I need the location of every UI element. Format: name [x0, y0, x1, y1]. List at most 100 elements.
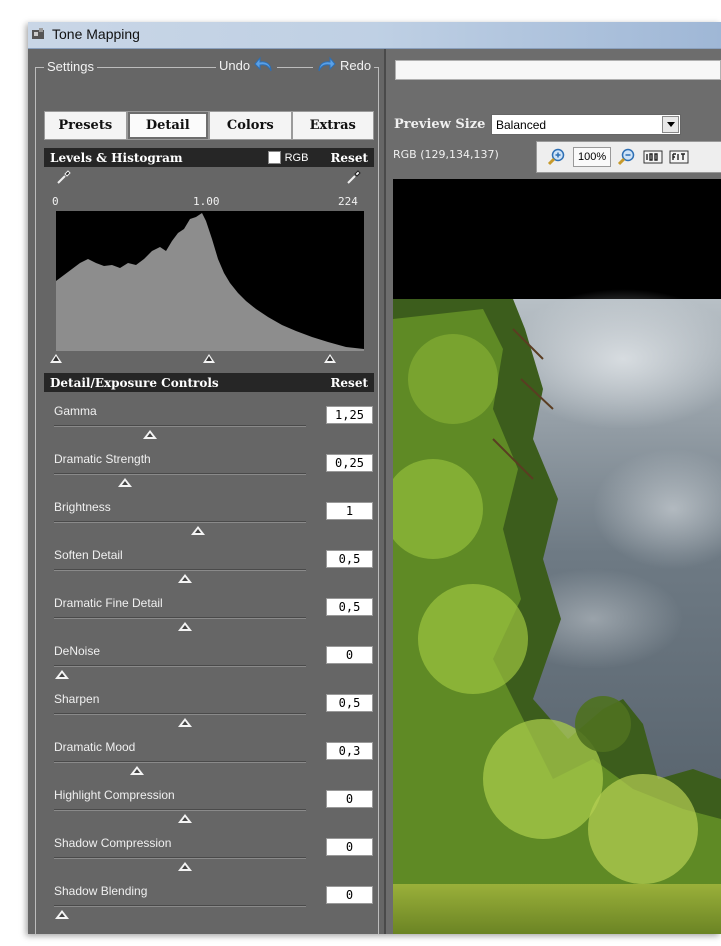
tab-extras[interactable]: Extras — [291, 111, 374, 140]
slider-thumb[interactable] — [178, 862, 193, 871]
settings-tabs: Presets Detail Colors Extras — [44, 111, 374, 140]
zoom-value[interactable]: 100% — [573, 147, 612, 167]
histogram — [56, 211, 364, 351]
slider-label: Shadow Blending — [54, 884, 148, 898]
slider-track[interactable] — [54, 521, 306, 523]
undo-label: Undo — [219, 57, 251, 73]
settings-label: Settings — [44, 59, 97, 74]
detail-controls: Gamma 1,25 Dramatic Strength 0,25 Brightness… — [44, 394, 374, 922]
slider-track[interactable] — [54, 713, 306, 715]
slider-dramatic-fine-detail: Dramatic Fine Detail 0,5 — [44, 586, 374, 634]
preview-size-label: Preview Size — [394, 117, 486, 132]
slider-track[interactable] — [54, 857, 306, 859]
slider-value-field[interactable]: 0,5 — [326, 550, 373, 568]
preview-photo — [393, 179, 721, 934]
zoom-in-icon[interactable] — [547, 147, 567, 167]
slider-thumb[interactable] — [178, 622, 193, 631]
slider-brightness: Brightness 1 — [44, 490, 374, 538]
histogram-gamma-slider[interactable] — [203, 354, 215, 363]
levels-histogram-header: Levels & Histogram RGB Reset — [44, 148, 374, 167]
app-icon — [32, 28, 44, 39]
black-point-eyedropper-icon[interactable] — [56, 169, 72, 185]
slider-track[interactable] — [54, 425, 306, 427]
tone-mapping-window: Tone Mapping Settings Undo Redo Presets … — [28, 22, 721, 934]
title-bar: Tone Mapping — [28, 22, 721, 49]
preview-size-value: Balanced — [496, 117, 547, 132]
slider-label: Dramatic Mood — [54, 740, 136, 754]
levels-title: Levels & Histogram — [50, 150, 183, 165]
rgb-checkbox-box[interactable] — [267, 151, 281, 164]
preview-size-select[interactable]: Balanced — [491, 114, 681, 135]
slider-track[interactable] — [54, 809, 306, 811]
slider-value-field[interactable]: 0,5 — [326, 694, 373, 712]
slider-sharpen: Sharpen 0,5 — [44, 682, 374, 730]
slider-label: Sharpen — [54, 692, 100, 706]
slider-label: Dramatic Strength — [54, 452, 151, 466]
rgb-checkbox[interactable]: RGB — [267, 151, 309, 164]
slider-label: DeNoise — [54, 644, 101, 658]
slider-thumb[interactable] — [178, 718, 193, 727]
slider-label: Soften Detail — [54, 548, 123, 562]
slider-value-field[interactable]: 0,5 — [326, 598, 373, 616]
chevron-down-icon[interactable] — [662, 116, 679, 133]
redo-arrow-icon — [318, 56, 336, 72]
slider-track[interactable] — [54, 905, 306, 907]
slider-thumb[interactable] — [178, 574, 193, 583]
fit-to-window-icon[interactable] — [669, 147, 689, 167]
undo-arrow-icon — [254, 56, 272, 72]
slider-thumb[interactable] — [130, 766, 145, 775]
tab-colors[interactable]: Colors — [209, 111, 292, 140]
settings-panel: Settings Undo Redo Presets Detail Colors… — [28, 49, 386, 934]
histogram-black-slider[interactable] — [50, 354, 62, 363]
slider-label: Brightness — [54, 500, 111, 514]
image-preview[interactable] — [393, 179, 721, 934]
slider-denoise: DeNoise 0 — [44, 634, 374, 682]
detail-title: Detail/Exposure Controls — [50, 375, 219, 390]
slider-track[interactable] — [54, 761, 306, 763]
levels-reset-button[interactable]: Reset — [330, 151, 368, 165]
slider-value-field[interactable]: 0,3 — [326, 742, 373, 760]
slider-thumb[interactable] — [54, 910, 69, 919]
preview-topbar — [395, 60, 721, 80]
detail-exposure-header: Detail/Exposure Controls Reset — [44, 373, 374, 392]
zoom-out-icon[interactable] — [617, 147, 637, 167]
slider-thumb[interactable] — [190, 526, 205, 535]
redo-label: Redo — [340, 57, 372, 73]
histogram-tick-max: 224 — [338, 195, 358, 208]
white-point-eyedropper-icon[interactable] — [346, 169, 362, 185]
rgb-checkbox-label: RGB — [284, 151, 309, 164]
slider-gamma: Gamma 1,25 — [44, 394, 374, 442]
rgb-readout: RGB (129,134,137) — [393, 148, 499, 161]
slider-value-field[interactable]: 1 — [326, 502, 373, 520]
slider-label: Shadow Compression — [54, 836, 172, 850]
slider-label: Gamma — [54, 404, 97, 418]
detail-reset-button[interactable]: Reset — [330, 376, 368, 390]
slider-value-field[interactable]: 0 — [326, 838, 373, 856]
tab-detail[interactable]: Detail — [126, 111, 209, 140]
slider-thumb[interactable] — [178, 814, 193, 823]
slider-dramatic-strength: Dramatic Strength 0,25 — [44, 442, 374, 490]
undo-button[interactable]: Undo — [216, 55, 278, 75]
slider-thumb[interactable] — [142, 430, 157, 439]
slider-track[interactable] — [54, 473, 306, 475]
slider-thumb[interactable] — [54, 670, 69, 679]
histogram-area — [56, 213, 364, 351]
slider-value-field[interactable]: 0,25 — [326, 454, 373, 472]
preview-panel: Preview Size Balanced RGB (129,134,137) … — [388, 49, 721, 934]
slider-shadow-compression: Shadow Compression 0 — [44, 826, 374, 874]
actual-size-icon[interactable] — [643, 147, 663, 167]
histogram-white-slider[interactable] — [324, 354, 336, 363]
slider-track[interactable] — [54, 569, 306, 571]
slider-value-field[interactable]: 0 — [326, 646, 373, 664]
slider-value-field[interactable]: 0 — [326, 790, 373, 808]
slider-value-field[interactable]: 1,25 — [326, 406, 373, 424]
histogram-tick-min: 0 — [52, 195, 59, 208]
histogram-graph — [56, 213, 364, 351]
slider-value-field[interactable]: 0 — [326, 886, 373, 904]
redo-button[interactable]: Redo — [313, 55, 375, 75]
slider-thumb[interactable] — [117, 478, 132, 487]
zoom-toolbar: 100% — [536, 141, 721, 173]
tab-presets[interactable]: Presets — [44, 111, 127, 140]
slider-track[interactable] — [54, 617, 306, 619]
slider-track[interactable] — [54, 665, 306, 667]
